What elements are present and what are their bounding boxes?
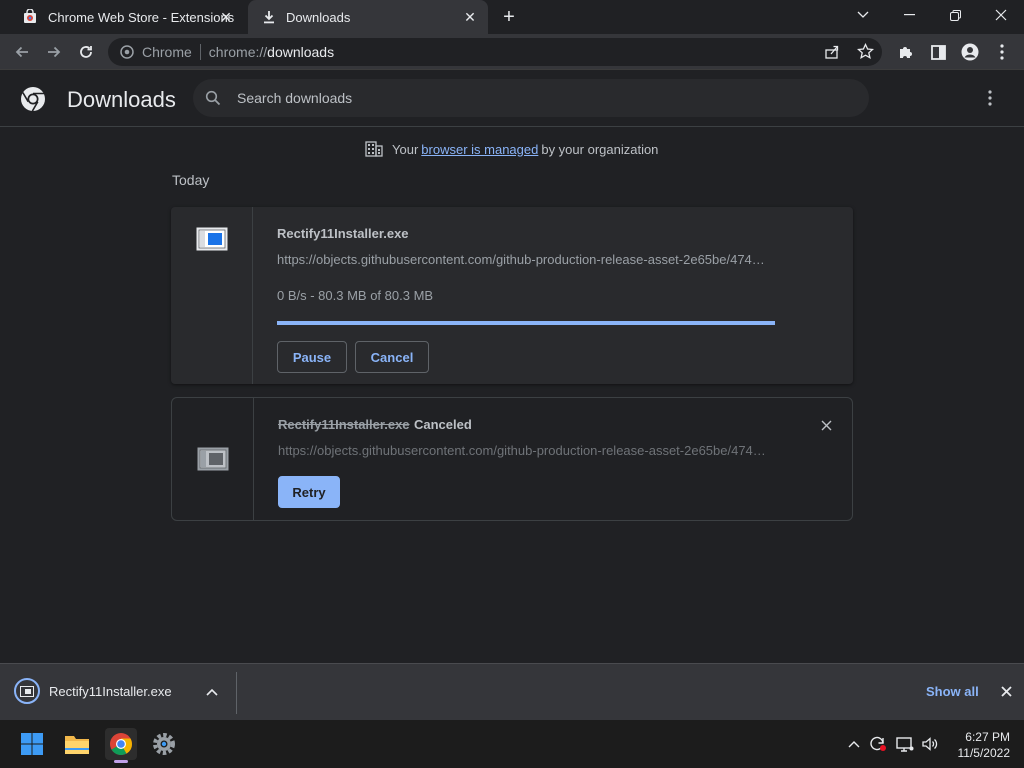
download-status: 0 B/s - 80.3 MB of 80.3 MB <box>277 288 434 303</box>
file-url[interactable]: https://objects.githubusercontent.com/gi… <box>278 443 774 458</box>
taskbar-clock[interactable]: 6:27 PM 11/5/2022 <box>946 729 1011 761</box>
start-windows-icon[interactable] <box>16 728 48 760</box>
tab-title: Downloads <box>286 9 351 25</box>
canceled-label: Canceled <box>414 417 472 432</box>
close-shelf-icon[interactable] <box>998 683 1014 699</box>
managed-suffix: by your organization <box>541 141 659 157</box>
managed-prefix: Your <box>392 141 419 157</box>
cancel-button[interactable]: Cancel <box>355 341 429 373</box>
exe-file-icon <box>196 227 228 251</box>
downloads-header: Downloads <box>0 70 1024 127</box>
url-host: downloads <box>267 44 335 60</box>
clock-date: 11/5/2022 <box>957 746 1011 760</box>
browser-managed-link[interactable]: browser is managed <box>421 142 538 157</box>
download-item-canceled: Rectify11Installer.exe Canceled https://… <box>171 397 853 521</box>
card-divider <box>253 398 254 520</box>
tab-strip: Chrome Web Store - Extensions ✕ Download… <box>0 0 1024 34</box>
shelf-download-item[interactable]: Rectify11Installer.exe <box>14 678 172 704</box>
windows-taskbar: 6:27 PM 11/5/2022 <box>0 720 1024 768</box>
shelf-file-name: Rectify11Installer.exe <box>49 683 172 699</box>
volume-speaker-icon[interactable] <box>921 736 939 752</box>
pause-button[interactable]: Pause <box>277 341 347 373</box>
download-shelf: Rectify11Installer.exe Show all <box>0 663 1024 720</box>
page-title: Downloads <box>67 87 176 112</box>
site-chip-label: Chrome <box>142 44 192 60</box>
file-url[interactable]: https://objects.githubusercontent.com/gi… <box>277 252 773 267</box>
search-input[interactable] <box>237 90 837 106</box>
site-chip[interactable]: Chrome <box>120 44 192 60</box>
tab-close-icon[interactable]: ✕ <box>218 9 234 25</box>
close-window-icon[interactable] <box>978 0 1024 30</box>
chrome-menu-icon[interactable] <box>990 40 1014 64</box>
remove-from-list-icon[interactable] <box>818 417 834 433</box>
tab-downloads[interactable]: Downloads ✕ <box>248 0 488 34</box>
share-icon[interactable] <box>824 44 840 63</box>
browser-toolbar: Chrome chrome://downloads <box>0 34 1024 70</box>
download-item: Rectify11Installer.exe https://objects.g… <box>171 207 853 384</box>
retry-button[interactable]: Retry <box>278 476 340 508</box>
chevron-up-tray-icon[interactable] <box>845 736 863 752</box>
sync-alert-icon[interactable] <box>869 736 887 752</box>
settings-gear-icon[interactable] <box>148 728 180 760</box>
omnibox-separator <box>199 44 201 60</box>
url-scheme: chrome:// <box>208 44 268 60</box>
tab-search-chevron-icon[interactable] <box>840 0 886 30</box>
tab-title: Chrome Web Store - Extensions <box>48 9 235 25</box>
download-icon <box>264 11 274 24</box>
extensions-puzzle-icon[interactable] <box>894 40 918 64</box>
download-progress-ring <box>14 678 40 704</box>
shelf-divider <box>236 672 237 714</box>
back-arrow-icon[interactable] <box>10 40 34 64</box>
file-name: Rectify11Installer.exe <box>278 417 410 432</box>
tab-close-icon[interactable]: ✕ <box>462 9 478 25</box>
chevron-up-icon[interactable] <box>204 684 220 700</box>
more-actions-icon[interactable] <box>980 88 1000 108</box>
new-tab-button[interactable]: + <box>498 6 520 28</box>
search-box[interactable] <box>193 79 869 117</box>
profile-avatar-icon[interactable] <box>958 40 982 64</box>
tab-chrome-web-store[interactable]: Chrome Web Store - Extensions ✕ <box>8 0 244 34</box>
search-icon <box>205 90 221 106</box>
exe-file-icon <box>197 447 229 471</box>
chrome-web-store-icon <box>24 9 36 23</box>
card-divider <box>252 207 253 384</box>
chrome-logo-icon <box>21 87 45 112</box>
clock-time: 6:27 PM <box>965 730 1010 744</box>
building-icon <box>365 141 383 157</box>
restore-icon[interactable] <box>932 0 978 30</box>
show-all-link[interactable]: Show all <box>926 684 979 699</box>
file-name[interactable]: Rectify11Installer.exe <box>277 226 409 241</box>
exe-file-icon <box>20 685 34 697</box>
chrome-taskbar-icon[interactable] <box>105 728 137 763</box>
active-indicator <box>114 760 128 763</box>
network-monitor-icon[interactable] <box>896 736 914 752</box>
minimize-icon[interactable] <box>886 0 932 30</box>
download-progress-bar <box>277 321 775 325</box>
reload-icon[interactable] <box>74 40 98 64</box>
bookmark-star-icon[interactable] <box>856 42 875 63</box>
date-section-label: Today <box>172 172 210 188</box>
managed-notice: Your browser is managed by your organiza… <box>365 139 658 159</box>
forward-arrow-icon[interactable] <box>42 40 66 64</box>
side-panel-icon[interactable] <box>926 40 950 64</box>
file-explorer-icon[interactable] <box>61 728 93 760</box>
chrome-icon <box>120 45 134 59</box>
address-bar[interactable]: Chrome chrome://downloads <box>108 38 882 66</box>
